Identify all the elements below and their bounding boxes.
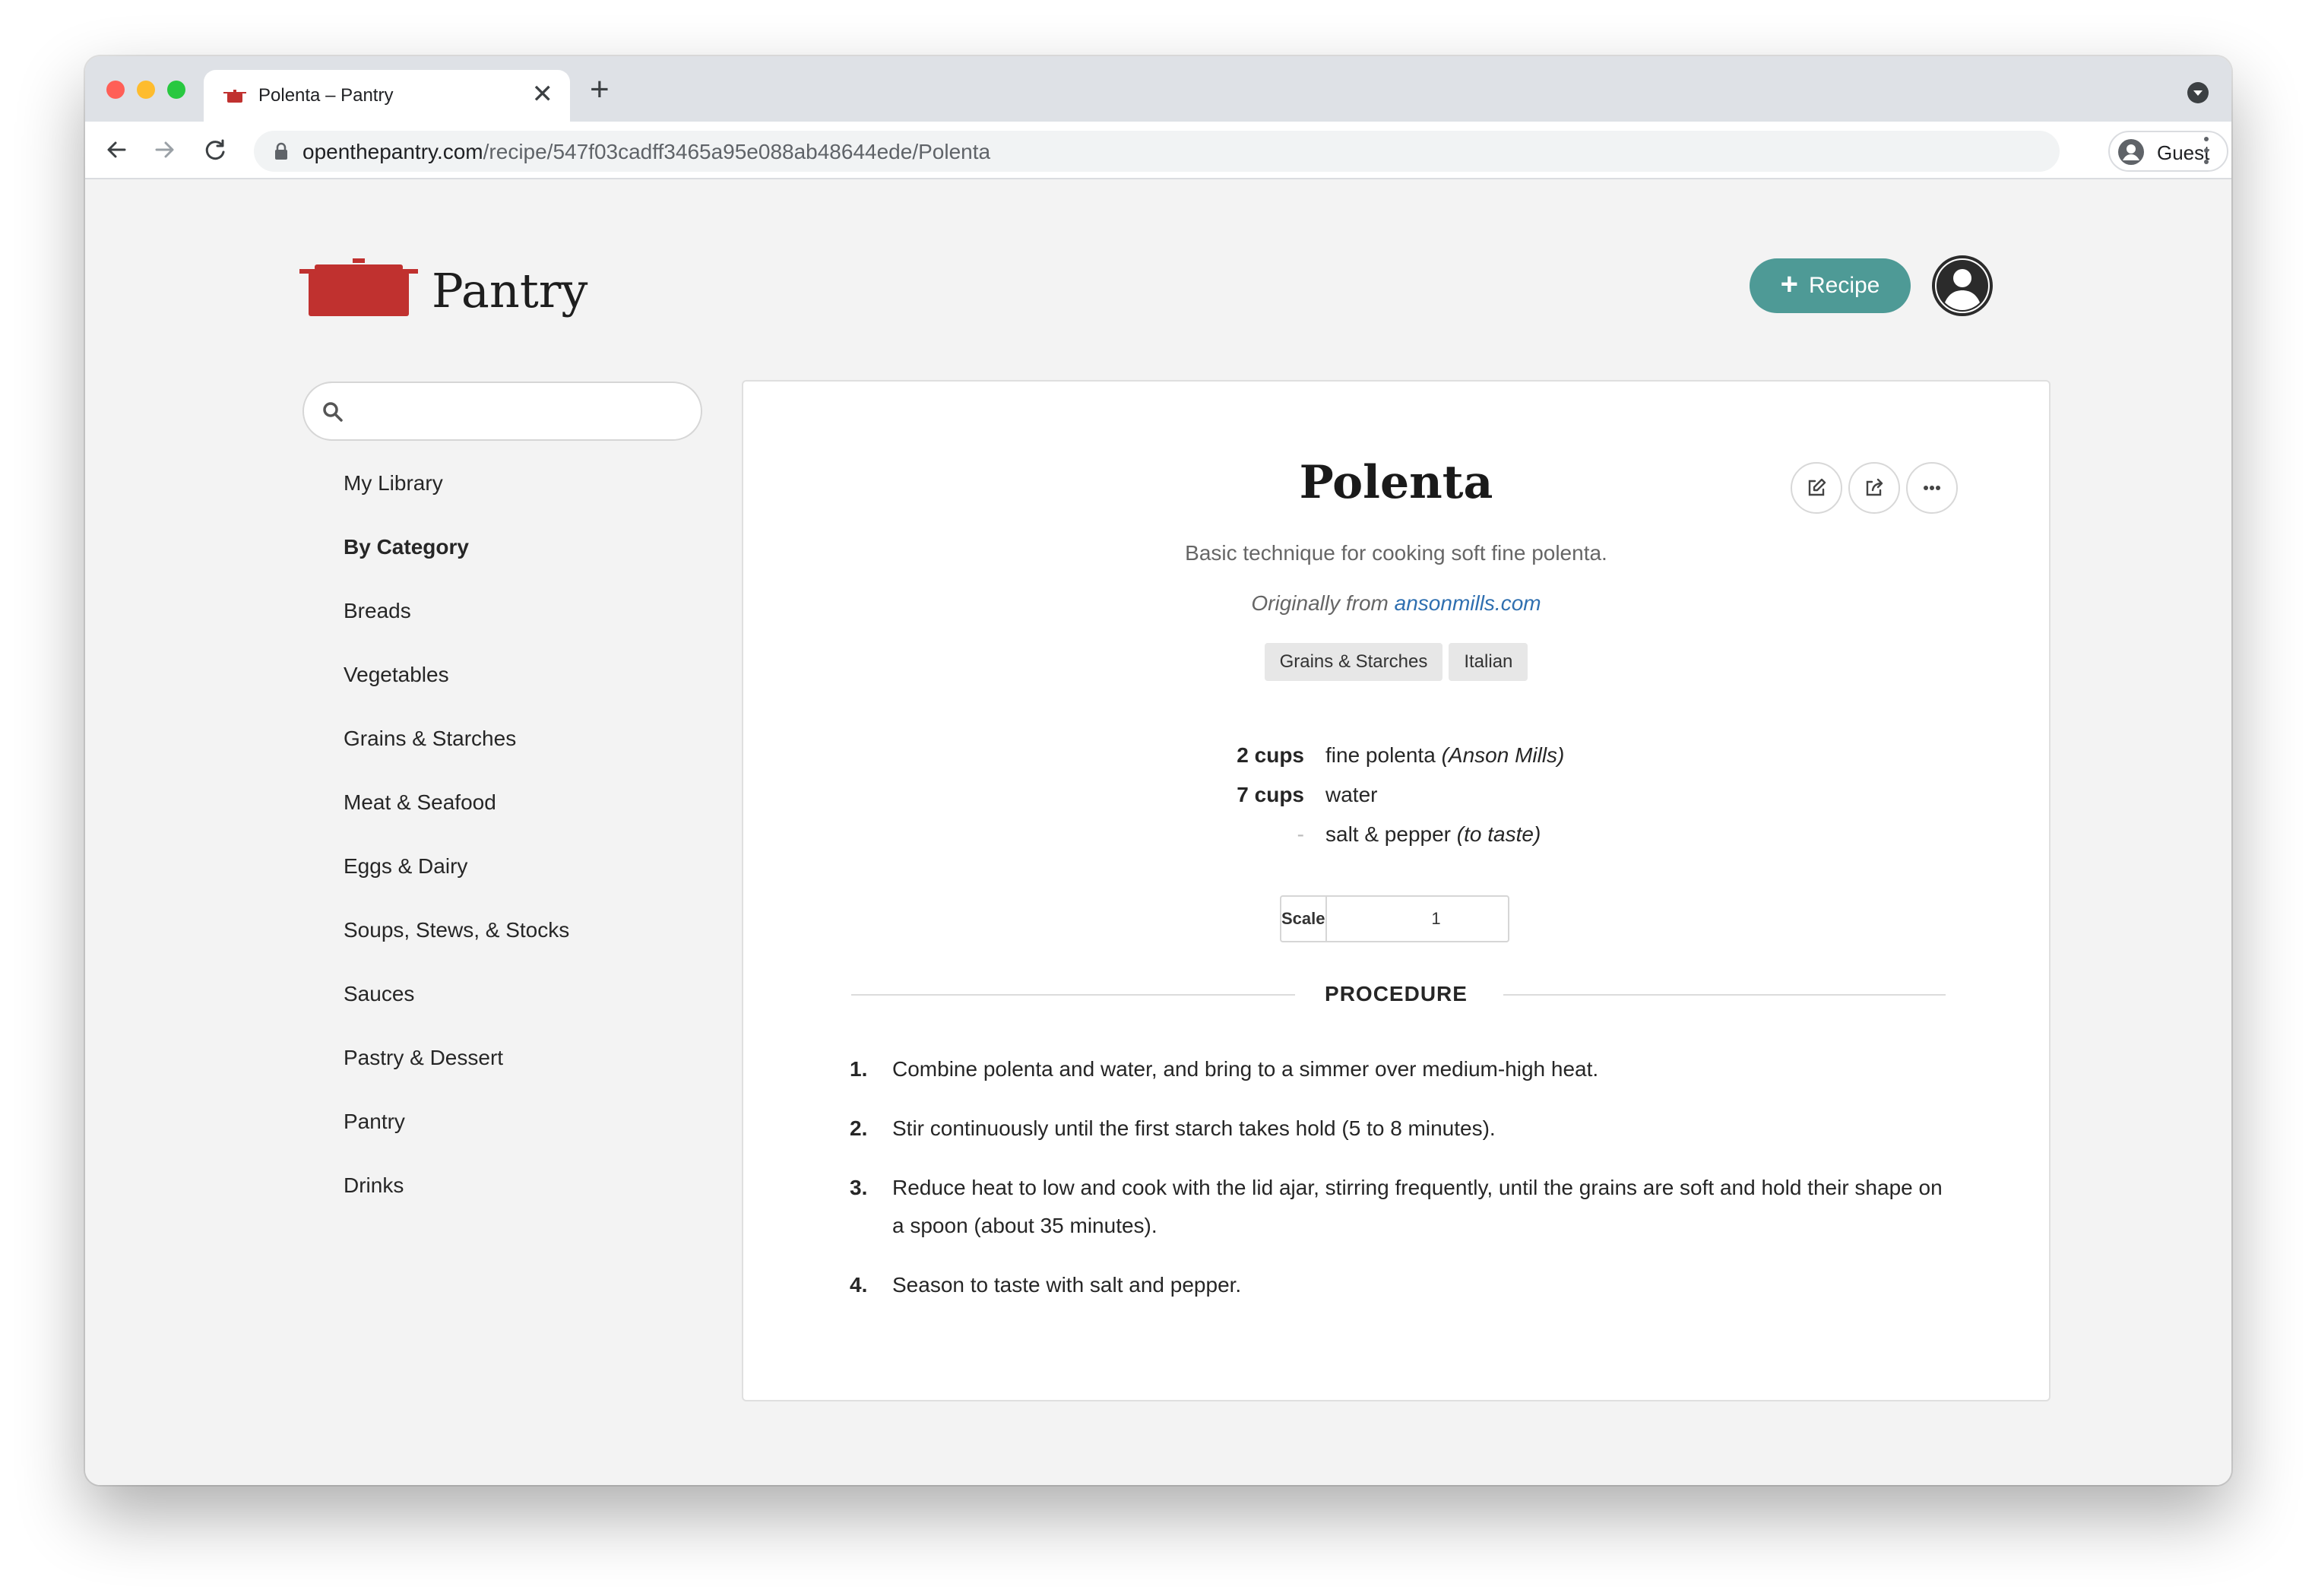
procedure-steps: 1. Combine polenta and water, and bring …: [850, 1050, 1944, 1325]
share-icon: [1866, 478, 1883, 496]
step-number: 4.: [850, 1273, 868, 1297]
page-content: Pantry + Recipe My Library By Category B…: [85, 179, 2231, 1485]
ingredient-list: 2 cups fine polenta (Anson Mills) 7 cups…: [1169, 736, 1777, 854]
brand-name[interactable]: Pantry: [432, 263, 587, 318]
new-tab-button[interactable]: +: [590, 73, 610, 106]
ingredient-row: - salt & pepper (to taste): [1169, 815, 1777, 854]
scale-label: Scale: [1281, 897, 1327, 941]
divider: [1503, 994, 1946, 996]
ingredient-quantity: 7 cups: [1237, 783, 1304, 806]
maximize-window-button[interactable]: [167, 81, 185, 99]
reload-button[interactable]: [196, 131, 234, 169]
add-recipe-button[interactable]: + Recipe: [1750, 258, 1911, 313]
tab-close-icon[interactable]: ✕: [532, 81, 554, 108]
tag-italian[interactable]: Italian: [1449, 643, 1528, 681]
pantry-logo-icon[interactable]: [299, 258, 418, 316]
sidebar-item-grains-starches[interactable]: Grains & Starches: [344, 724, 701, 787]
ingredient-row: 2 cups fine polenta (Anson Mills): [1169, 736, 1777, 775]
profile-label: Guest: [2157, 141, 2210, 164]
sidebar-item-my-library[interactable]: My Library: [344, 468, 701, 532]
more-options-button[interactable]: [1906, 462, 1958, 514]
search-box[interactable]: [302, 382, 702, 441]
ingredient-row: 7 cups water: [1169, 775, 1777, 815]
ingredient-quantity: 2 cups: [1237, 743, 1304, 767]
arrow-left-icon: [107, 141, 126, 158]
scale-control: Scale: [1280, 895, 1546, 942]
user-avatar-icon[interactable]: [1932, 255, 1993, 316]
step-text: Season to taste with salt and pepper.: [892, 1273, 1242, 1297]
ellipsis-icon: [1924, 486, 1940, 490]
forward-button[interactable]: [146, 131, 184, 169]
ingredient-note: (to taste): [1456, 822, 1541, 846]
profile-avatar-icon: [2118, 139, 2144, 165]
lock-icon: [275, 142, 287, 160]
browser-toolbar: openthepantry.com/recipe/547f03cadff3465…: [85, 122, 2231, 179]
procedure-step: 4. Season to taste with salt and pepper.: [850, 1266, 1944, 1304]
ingredient-name: water: [1325, 783, 1378, 806]
address-bar[interactable]: openthepantry.com/recipe/547f03cadff3465…: [254, 131, 2060, 172]
sidebar-nav: My Library By Category Breads Vegetables…: [344, 468, 701, 1234]
url-host: openthepantry.com: [302, 140, 483, 163]
sidebar-item-soups-stews-stocks[interactable]: Soups, Stews, & Stocks: [344, 915, 701, 979]
step-number: 3.: [850, 1176, 868, 1199]
ingredient-name: salt & pepper (to taste): [1325, 822, 1541, 846]
tab-title: Polenta – Pantry: [258, 85, 394, 106]
minimize-window-button[interactable]: [137, 81, 155, 99]
sidebar-item-pastry-dessert[interactable]: Pastry & Dessert: [344, 1043, 701, 1107]
browser-menu-icon[interactable]: [2204, 137, 2210, 164]
plus-icon: +: [1780, 268, 1798, 301]
profile-button[interactable]: Guest: [2108, 131, 2228, 172]
sidebar-item-breads[interactable]: Breads: [344, 596, 701, 660]
recipe-description: Basic technique for cooking soft fine po…: [1185, 541, 1607, 565]
recipe-source: Originally from ansonmills.com: [743, 591, 2049, 616]
edit-icon: [1808, 478, 1826, 496]
ingredient-note: (Anson Mills): [1441, 743, 1565, 767]
procedure-step: 2. Stir continuously until the first sta…: [850, 1110, 1944, 1148]
ingredient-quantity: -: [1297, 822, 1304, 846]
url-text: openthepantry.com/recipe/547f03cadff3465…: [302, 141, 990, 163]
sidebar-item-meat-seafood[interactable]: Meat & Seafood: [344, 787, 701, 851]
add-recipe-label: Recipe: [1808, 273, 1880, 298]
step-text: Combine polenta and water, and bring to …: [892, 1057, 1599, 1081]
browser-window: Polenta – Pantry ✕ + openthepantry.com/r…: [85, 56, 2231, 1485]
share-recipe-button[interactable]: [1848, 462, 1900, 514]
sidebar-item-by-category[interactable]: By Category: [344, 532, 701, 596]
sidebar-item-eggs-dairy[interactable]: Eggs & Dairy: [344, 851, 701, 915]
sidebar-item-sauces[interactable]: Sauces: [344, 979, 701, 1043]
search-input[interactable]: [354, 394, 681, 430]
search-icon: [323, 402, 343, 422]
reload-icon: [205, 139, 225, 160]
close-window-button[interactable]: [106, 81, 125, 99]
edit-recipe-button[interactable]: [1791, 462, 1842, 514]
step-text: Stir continuously until the first starch…: [892, 1116, 1496, 1140]
pot-favicon-icon: [223, 90, 246, 103]
tag-grains-starches[interactable]: Grains & Starches: [1264, 643, 1443, 681]
sidebar-item-drinks[interactable]: Drinks: [344, 1170, 701, 1234]
step-number: 1.: [850, 1057, 868, 1081]
tag-list: Grains & Starches Italian: [743, 643, 2049, 681]
sidebar-item-vegetables[interactable]: Vegetables: [344, 660, 701, 724]
arrow-right-icon: [155, 141, 174, 158]
source-link[interactable]: ansonmills.com: [1395, 591, 1541, 615]
scale-input[interactable]: [1326, 897, 1546, 941]
procedure-step: 1. Combine polenta and water, and bring …: [850, 1050, 1944, 1088]
url-path: /recipe/547f03cadff3465a95e088ab48644ede…: [483, 140, 991, 163]
tab-strip: Polenta – Pantry ✕ +: [85, 56, 2231, 122]
tab-search-icon[interactable]: [2187, 82, 2209, 103]
step-text: Reduce heat to low and cook with the lid…: [892, 1176, 1943, 1237]
sidebar-item-pantry[interactable]: Pantry: [344, 1107, 701, 1170]
tab-polenta[interactable]: Polenta – Pantry ✕: [204, 70, 570, 122]
back-button[interactable]: [97, 131, 135, 169]
source-prefix: Originally from: [1251, 591, 1389, 615]
ingredient-name: fine polenta (Anson Mills): [1325, 743, 1565, 767]
step-number: 2.: [850, 1116, 868, 1140]
procedure-step: 3. Reduce heat to low and cook with the …: [850, 1169, 1944, 1245]
recipe-card: Polenta Basic technique for cooking soft: [742, 380, 2051, 1401]
